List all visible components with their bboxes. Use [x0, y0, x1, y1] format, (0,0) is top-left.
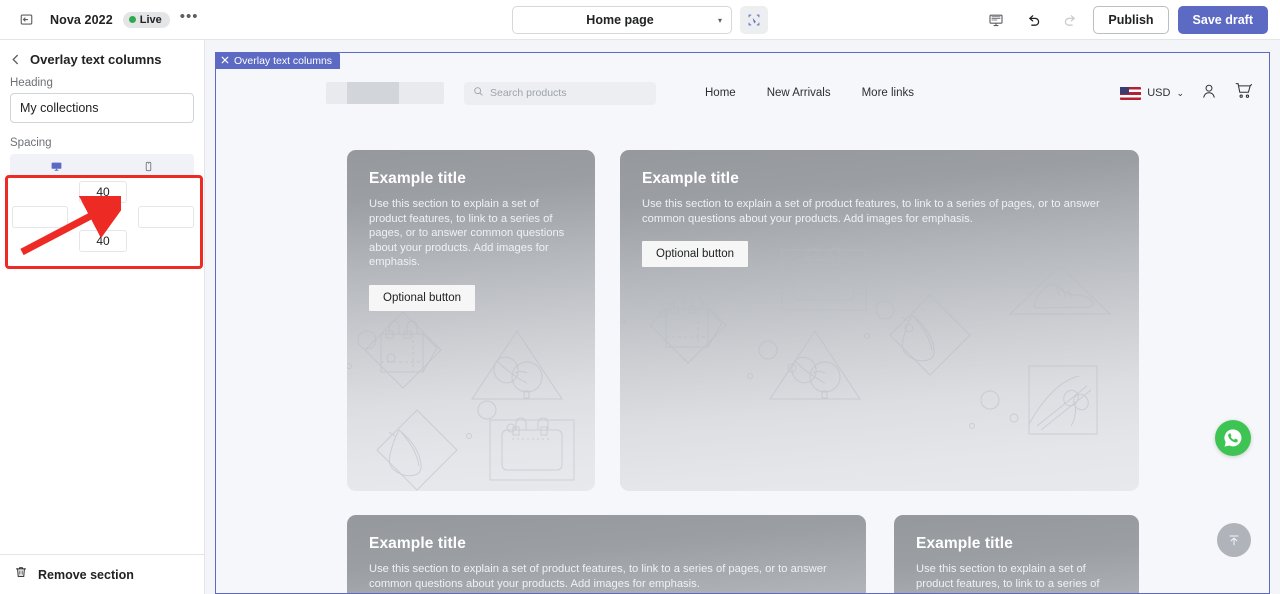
store-name: Nova 2022 [50, 12, 113, 27]
whatsapp-icon[interactable] [1215, 420, 1251, 456]
undo-icon[interactable] [1019, 6, 1047, 34]
card-body: Example title Use this section to explai… [347, 150, 595, 311]
spacing-label: Spacing [10, 137, 52, 149]
content-card[interactable]: Example title Use this section to explai… [620, 150, 1139, 491]
card-text: Use this section to explain a set of pro… [916, 563, 1111, 593]
content-card[interactable]: Example title Use this section to explai… [894, 515, 1139, 593]
logo-placeholder [326, 82, 444, 104]
spacing-top-input[interactable] [79, 181, 127, 203]
search-placeholder: Search products [490, 87, 567, 99]
card-text: Use this section to explain a set of pro… [369, 563, 827, 590]
more-options-button[interactable]: ••• [180, 9, 199, 28]
content-card[interactable]: Example title Use this section to explai… [347, 150, 595, 491]
storefront-nav: Home New Arrivals More links [705, 87, 914, 99]
toolbar-center-group: Home page ▾ [512, 6, 768, 34]
live-label: Live [139, 13, 162, 26]
currency-code: USD [1147, 87, 1171, 99]
preview-frame: Overlay text columns Search products Hom… [215, 52, 1270, 594]
currency-selector[interactable]: USD ⌄ [1120, 86, 1184, 100]
status-badge[interactable]: Live [122, 11, 170, 28]
desktop-preview-icon[interactable] [982, 6, 1010, 34]
card-title: Example title [369, 535, 466, 552]
remove-section-label: Remove section [38, 567, 134, 582]
live-dot-icon [128, 16, 136, 23]
optional-button[interactable]: Optional button [642, 241, 749, 268]
cart-icon[interactable] [1234, 81, 1253, 105]
spacing-bottom-input[interactable] [79, 230, 127, 252]
exit-icon[interactable] [12, 6, 40, 34]
storefront-header: Search products Home New Arrivals More l… [216, 69, 1269, 117]
save-draft-button[interactable]: Save draft [1177, 6, 1268, 34]
section-label-text: Overlay text columns [234, 54, 333, 67]
link-icon[interactable] [91, 202, 115, 228]
card-text: Use this section to explain a set of pro… [369, 198, 565, 269]
search-input[interactable]: Search products [464, 81, 656, 105]
card-title: Example title [369, 170, 466, 187]
toolbar-left-group: Nova 2022 Live ••• [0, 6, 199, 34]
spacing-control [10, 178, 194, 266]
optional-button[interactable]: Optional button [369, 284, 476, 311]
card-body: Example title Use this section to explai… [894, 515, 1139, 593]
page-selector-value: Home page [586, 13, 654, 27]
section-label-tab[interactable]: Overlay text columns [216, 53, 341, 69]
toolbar-right-group: Publish Save draft [982, 6, 1268, 34]
preview-area: Overlay text columns Search products Hom… [205, 40, 1280, 594]
us-flag-icon [1120, 86, 1142, 100]
close-icon[interactable] [221, 55, 229, 67]
device-tab-group [10, 154, 194, 178]
page-title: Overlay text columns [30, 52, 162, 67]
nav-link-home[interactable]: Home [705, 87, 736, 99]
card-title: Example title [916, 535, 1013, 552]
select-tool-icon[interactable] [740, 6, 768, 34]
card-body: Example title Use this section to explai… [620, 150, 1139, 268]
nav-link-more-links[interactable]: More links [862, 87, 914, 99]
nav-link-new-arrivals[interactable]: New Arrivals [767, 87, 831, 99]
card-text: Use this section to explain a set of pro… [642, 198, 1100, 225]
spacing-control-wrapper [5, 175, 203, 269]
search-icon [473, 84, 484, 102]
content-card[interactable]: Example title Use this section to explai… [347, 515, 866, 593]
chevron-down-icon: ▾ [717, 15, 722, 25]
heading-input[interactable] [10, 93, 194, 123]
heading-field-group: Heading Spacing [0, 77, 204, 269]
device-tab-mobile[interactable] [102, 154, 194, 178]
sidebar-header: Overlay text columns [0, 40, 204, 77]
trash-icon [14, 565, 28, 584]
account-icon[interactable] [1200, 82, 1218, 105]
spacing-right-input[interactable] [138, 206, 194, 228]
storefront-header-actions: USD ⌄ [1120, 81, 1253, 105]
redo-icon [1056, 6, 1084, 34]
settings-sidebar: Overlay text columns Heading Spacing [0, 40, 205, 594]
card-body: Example title Use this section to explai… [347, 515, 866, 593]
chevron-down-icon: ⌄ [1176, 87, 1184, 98]
page-selector[interactable]: Home page ▾ [512, 6, 732, 34]
chevron-left-icon[interactable] [10, 53, 21, 67]
spacing-left-input[interactable] [12, 206, 68, 228]
card-title: Example title [642, 170, 739, 187]
remove-section-button[interactable]: Remove section [0, 554, 204, 594]
arrow-up-icon[interactable] [1217, 523, 1251, 557]
device-tab-desktop[interactable] [10, 154, 102, 178]
heading-label: Heading [10, 77, 53, 89]
top-toolbar: Nova 2022 Live ••• Home page ▾ Publish S… [0, 0, 1280, 40]
publish-button[interactable]: Publish [1093, 6, 1169, 34]
